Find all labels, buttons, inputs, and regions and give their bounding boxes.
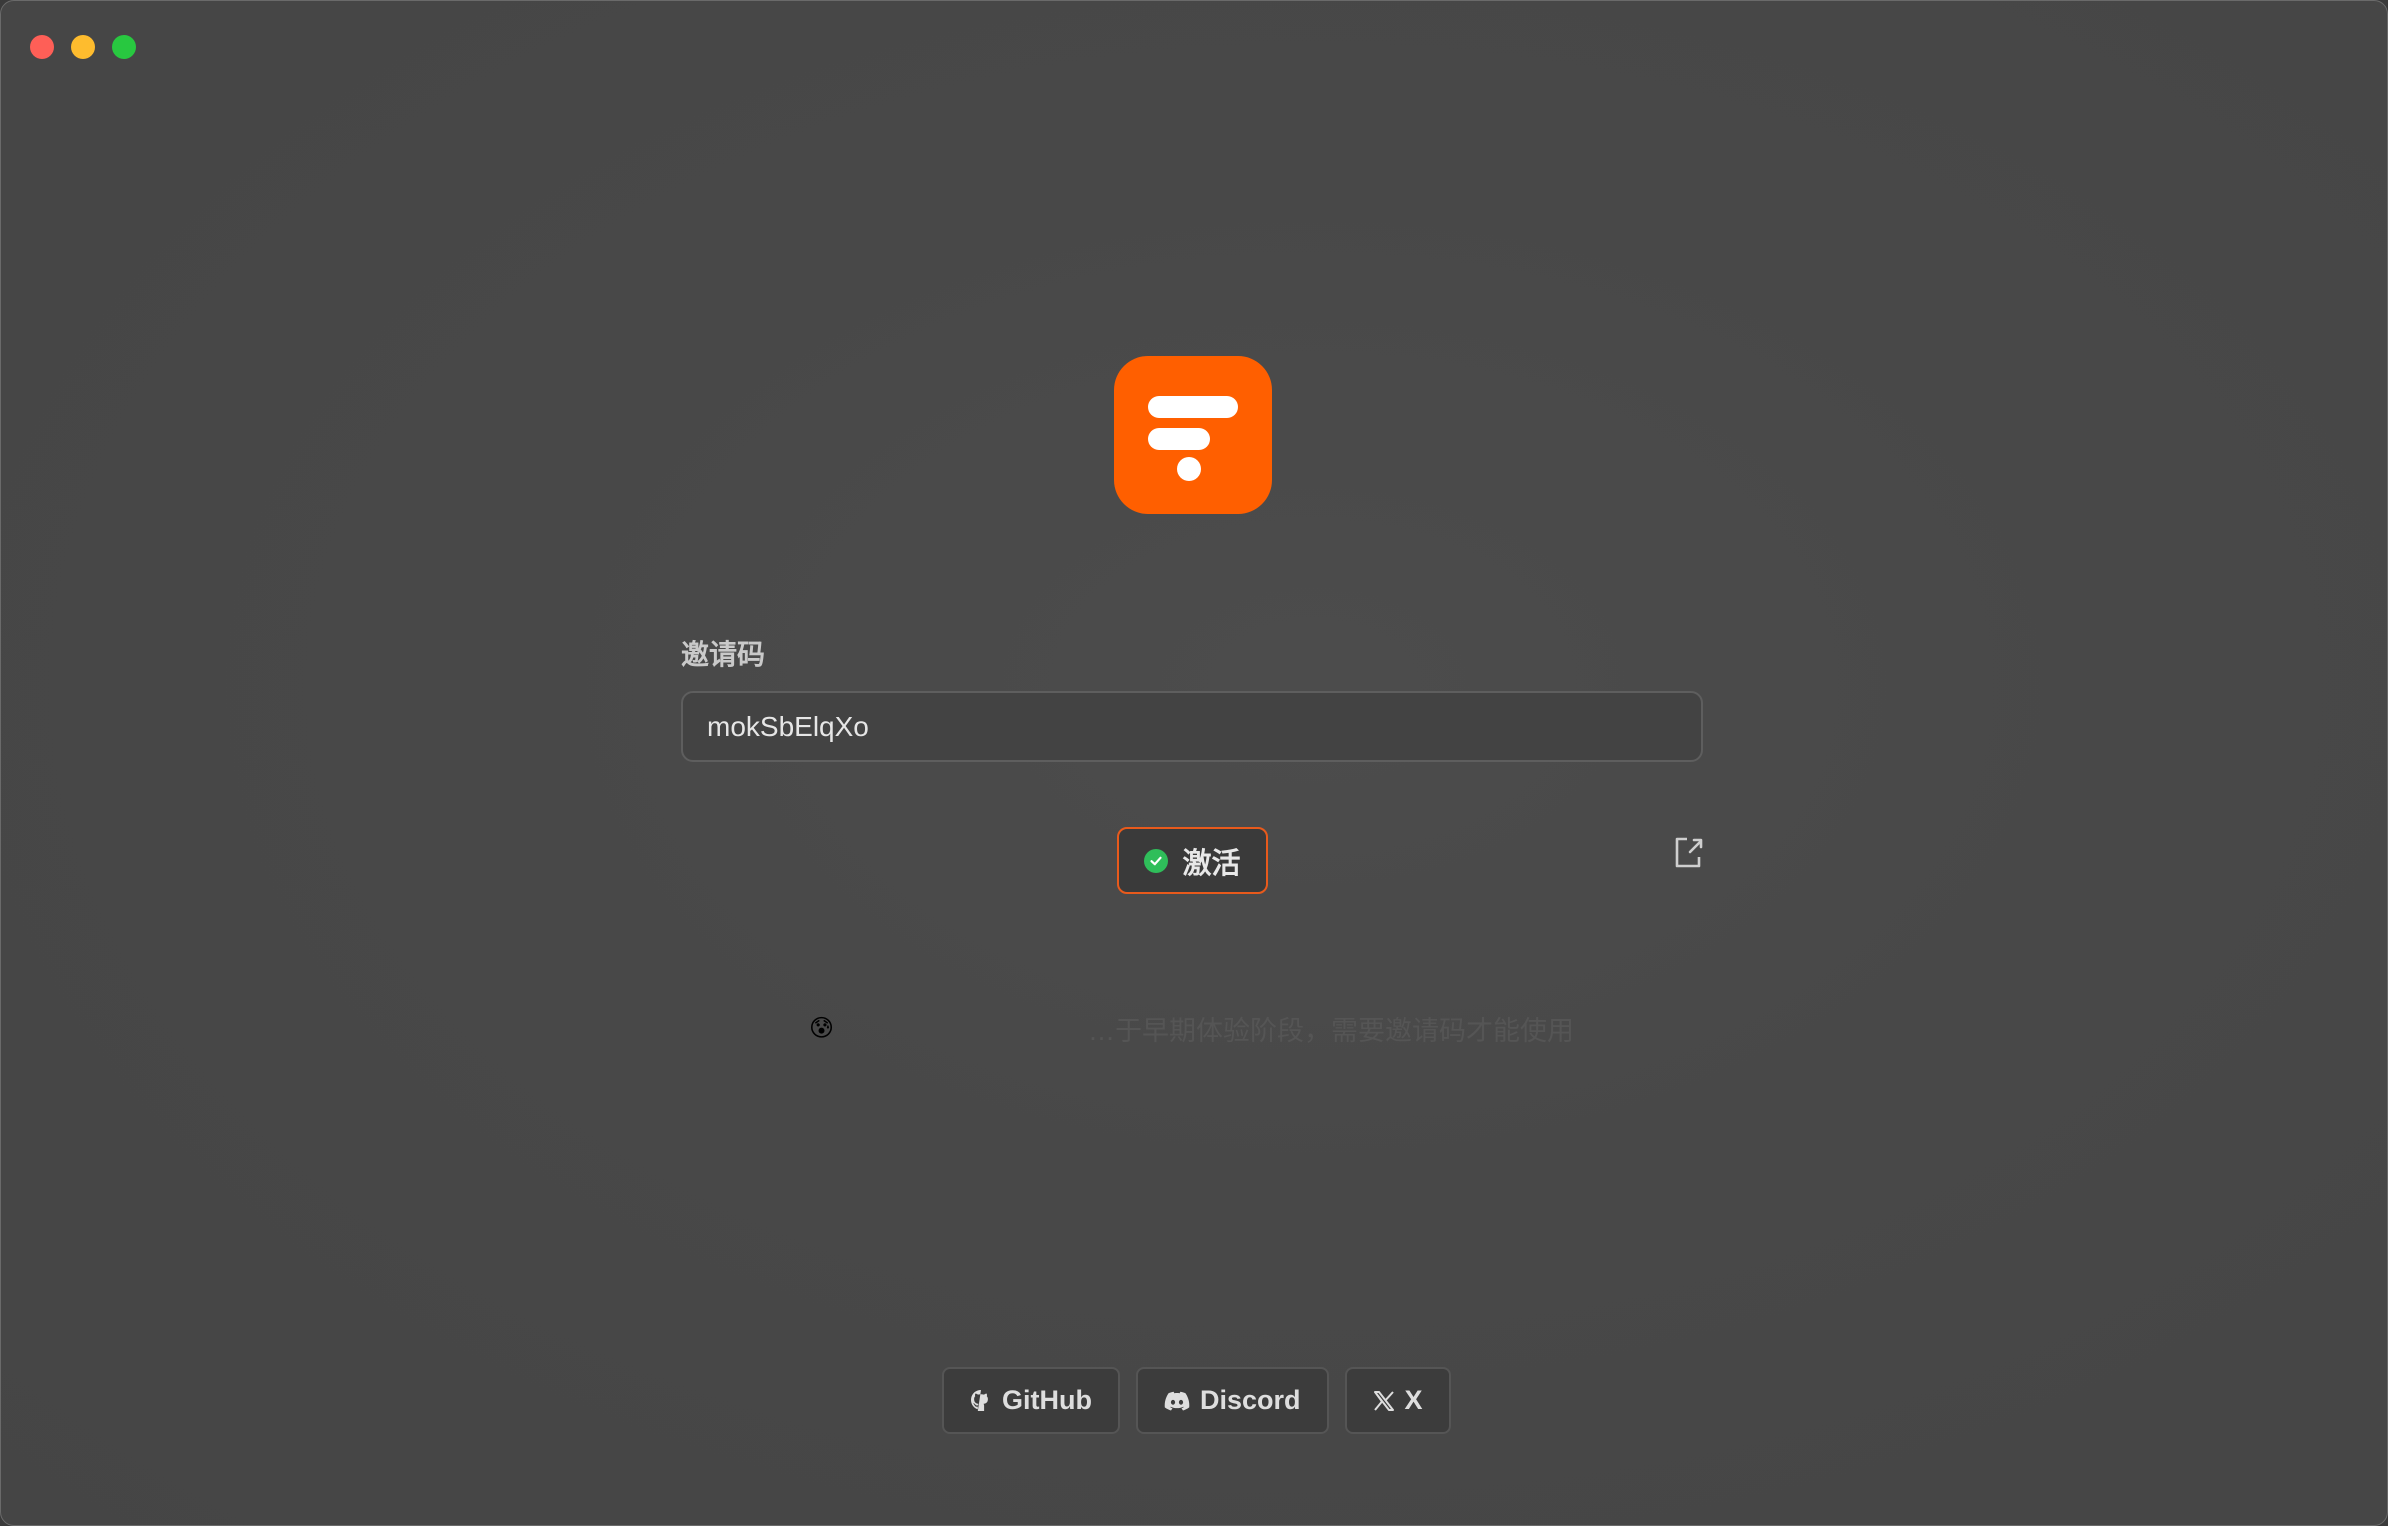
discord-link-button[interactable]: Discord: [1135, 1367, 1329, 1434]
export-icon[interactable]: [1673, 835, 1705, 869]
discord-icon: [1164, 1391, 1190, 1410]
minimize-window-button[interactable]: [71, 35, 95, 59]
app-window: 邀请码 激活 😰 …于早期体验阶段，需要邀请码才能使用 GitHub Disco…: [0, 0, 2388, 1526]
check-circle-icon: [1144, 848, 1169, 873]
notice-row: 😰 …于早期体验阶段，需要邀请码才能使用: [809, 1009, 1574, 1048]
activate-label: 激活: [1182, 847, 1241, 880]
activate-button[interactable]: 激活: [1117, 827, 1268, 894]
x-label: X: [1404, 1385, 1423, 1415]
github-link-button[interactable]: GitHub: [942, 1367, 1120, 1434]
github-label: GitHub: [1002, 1385, 1092, 1415]
x-logo-icon: [1373, 1390, 1394, 1411]
close-window-button[interactable]: [30, 35, 54, 59]
invite-code-label: 邀请码: [681, 639, 766, 670]
discord-label: Discord: [1199, 1385, 1301, 1415]
social-links: GitHub Discord X: [942, 1367, 1451, 1434]
anxious-face-emoji: 😰: [809, 1014, 835, 1042]
window-controls: [30, 35, 136, 59]
app-logo-icon: [1114, 356, 1272, 514]
notice-text: …于早期体验阶段，需要邀请码才能使用: [1088, 1016, 1575, 1046]
x-link-button[interactable]: X: [1344, 1367, 1451, 1434]
maximize-window-button[interactable]: [112, 35, 136, 59]
invite-code-input[interactable]: [681, 691, 1703, 762]
github-icon: [971, 1389, 988, 1411]
